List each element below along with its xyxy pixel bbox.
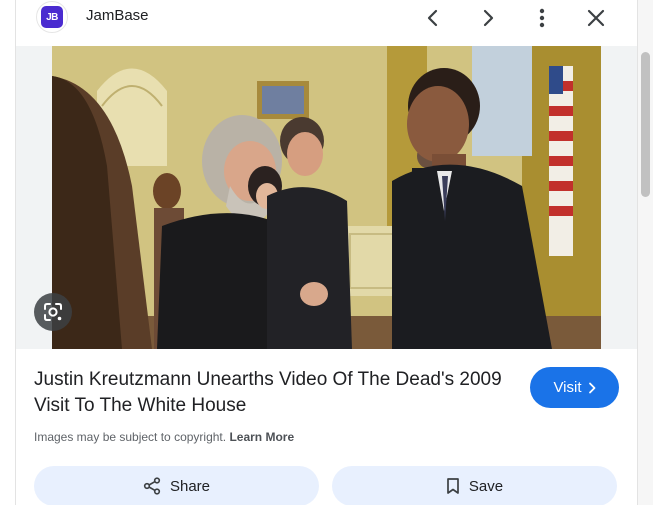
- result-photo[interactable]: [52, 46, 601, 349]
- share-icon: [143, 477, 161, 495]
- save-label: Save: [468, 477, 504, 495]
- chevron-right-icon: [588, 382, 595, 393]
- site-name[interactable]: JamBase: [86, 7, 149, 24]
- viewer-header: JB JamBase: [16, 0, 637, 38]
- site-logo[interactable]: JB: [36, 1, 68, 33]
- more-vert-icon: [539, 8, 545, 28]
- image-viewer-panel: JB JamBase Justin Kreutzmann Unearths Vi…: [0, 0, 653, 505]
- chevron-left-icon: [427, 9, 438, 27]
- scrollbar-thumb[interactable]: [641, 52, 650, 197]
- copyright-text: Images may be subject to copyright.: [34, 430, 227, 444]
- google-lens-button[interactable]: [34, 293, 72, 331]
- previous-button[interactable]: [418, 3, 448, 33]
- result-title[interactable]: Justin Kreutzmann Unearths Video Of The …: [34, 367, 504, 419]
- photo-illustration: [52, 46, 601, 349]
- visit-button[interactable]: Visit: [530, 367, 619, 408]
- share-button[interactable]: Share: [34, 466, 319, 505]
- bookmark-icon: [447, 478, 459, 494]
- google-lens-icon: [44, 303, 62, 321]
- jambase-logo-icon: JB: [41, 6, 63, 28]
- share-label: Share: [169, 477, 211, 495]
- next-button[interactable]: [473, 3, 503, 33]
- learn-more-link[interactable]: Learn More: [229, 430, 294, 444]
- close-button[interactable]: [581, 3, 611, 33]
- image-preview-area: [16, 46, 637, 349]
- visit-label: Visit: [553, 379, 582, 396]
- close-icon: [587, 9, 605, 27]
- save-button[interactable]: Save: [332, 466, 617, 505]
- chevron-right-icon: [483, 9, 494, 27]
- copyright-notice: Images may be subject to copyright. Lear…: [34, 430, 294, 444]
- more-options-button[interactable]: [527, 3, 557, 33]
